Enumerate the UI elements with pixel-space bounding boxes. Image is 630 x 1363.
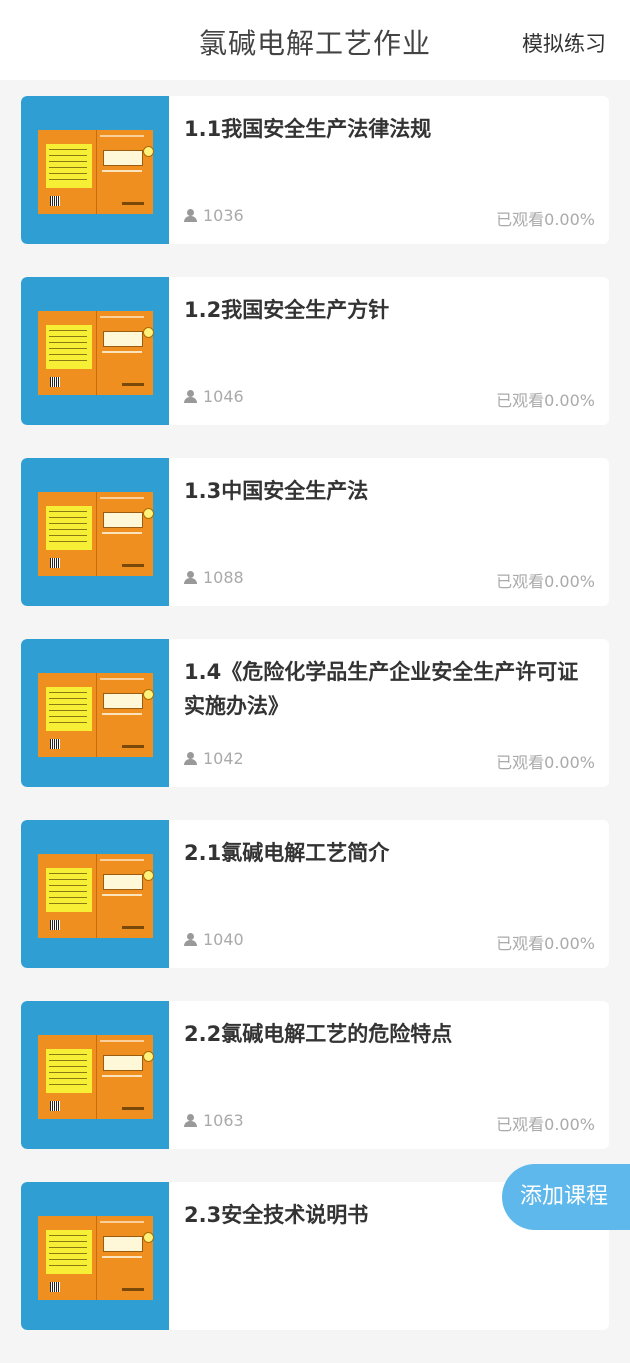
watch-progress: 已观看0.00% xyxy=(496,934,595,953)
course-card[interactable]: 1.4《危险化学品生产企业安全生产许可证实施办法》 1042 已观看0.00% xyxy=(21,639,609,787)
course-title: 1.2我国安全生产方针 xyxy=(184,298,390,322)
view-count: 1088 xyxy=(184,568,244,587)
watch-progress: 已观看0.00% xyxy=(496,1115,595,1134)
course-card[interactable]: 1.2我国安全生产方针 1046 已观看0.00% xyxy=(21,277,609,425)
course-title: 2.2氯碱电解工艺的危险特点 xyxy=(184,1022,453,1046)
course-thumbnail xyxy=(21,1001,169,1149)
book-cover-image xyxy=(38,673,154,757)
view-count-value: 1063 xyxy=(203,1111,244,1130)
course-thumbnail xyxy=(21,1182,169,1330)
book-cover-image xyxy=(38,1035,154,1119)
person-icon xyxy=(184,752,197,765)
course-thumbnail xyxy=(21,277,169,425)
view-count-value: 1042 xyxy=(203,749,244,768)
person-icon xyxy=(184,209,197,222)
course-card[interactable]: 1.1我国安全生产法律法规 1036 已观看0.00% xyxy=(21,96,609,244)
watch-progress: 已观看0.00% xyxy=(496,753,595,772)
add-course-button[interactable]: 添加课程 xyxy=(502,1164,630,1230)
watch-progress: 已观看0.00% xyxy=(496,391,595,410)
mock-practice-button[interactable]: 模拟练习 xyxy=(522,28,606,58)
course-title: 2.1氯碱电解工艺简介 xyxy=(184,841,390,865)
course-title: 1.3中国安全生产法 xyxy=(184,479,369,503)
view-count: 1036 xyxy=(184,206,244,225)
course-thumbnail xyxy=(21,820,169,968)
course-thumbnail xyxy=(21,639,169,787)
view-count-value: 1088 xyxy=(203,568,244,587)
course-card[interactable]: 2.1氯碱电解工艺简介 1040 已观看0.00% xyxy=(21,820,609,968)
course-card[interactable]: 2.2氯碱电解工艺的危险特点 1063 已观看0.00% xyxy=(21,1001,609,1149)
view-count-value: 1046 xyxy=(203,387,244,406)
course-title: 1.1我国安全生产法律法规 xyxy=(184,117,432,141)
book-cover-image xyxy=(38,130,154,214)
person-icon xyxy=(184,571,197,584)
book-cover-image xyxy=(38,492,154,576)
app-header: 氯碱电解工艺作业 模拟练习 xyxy=(0,0,630,80)
course-thumbnail xyxy=(21,458,169,606)
watch-progress: 已观看0.00% xyxy=(496,572,595,591)
view-count-value: 1040 xyxy=(203,930,244,949)
course-title: 1.4《危险化学品生产企业安全生产许可证实施办法》 xyxy=(184,660,579,718)
view-count-value: 1036 xyxy=(203,206,244,225)
view-count: 1040 xyxy=(184,930,244,949)
person-icon xyxy=(184,390,197,403)
view-count: 1063 xyxy=(184,1111,244,1130)
watch-progress: 已观看0.00% xyxy=(496,210,595,229)
view-count: 1046 xyxy=(184,387,244,406)
book-cover-image xyxy=(38,311,154,395)
view-count: 1042 xyxy=(184,749,244,768)
course-thumbnail xyxy=(21,96,169,244)
book-cover-image xyxy=(38,1216,154,1300)
course-card[interactable]: 1.3中国安全生产法 1088 已观看0.00% xyxy=(21,458,609,606)
person-icon xyxy=(184,1114,197,1127)
book-cover-image xyxy=(38,854,154,938)
person-icon xyxy=(184,933,197,946)
